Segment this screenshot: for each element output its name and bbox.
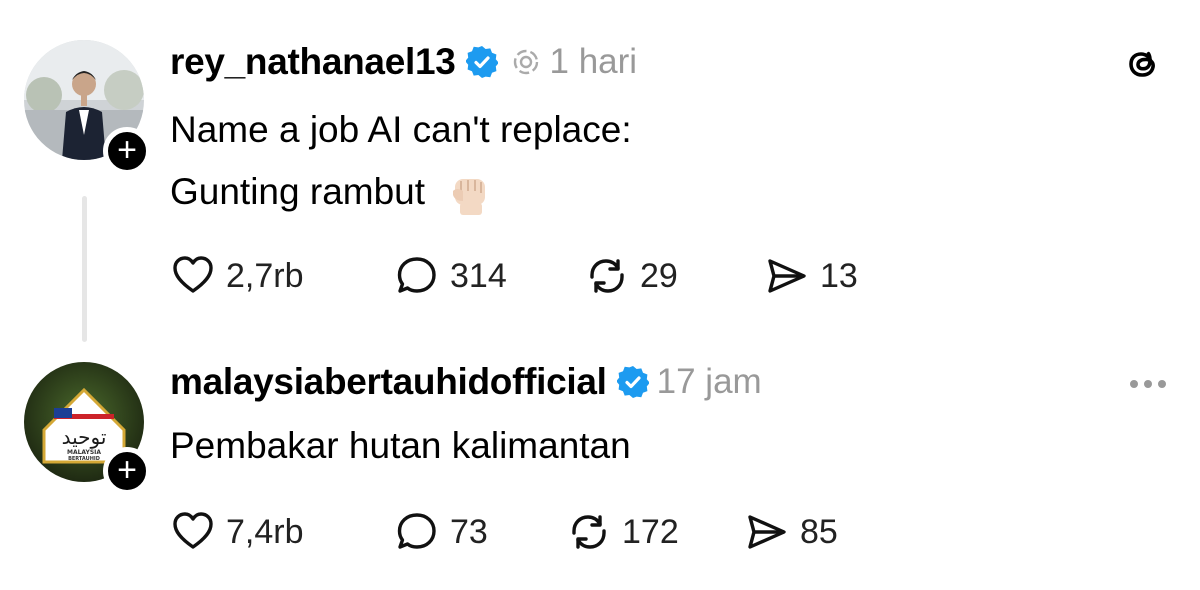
repost-button[interactable]: 29 xyxy=(584,253,764,299)
send-icon xyxy=(768,259,806,293)
comment-icon xyxy=(397,513,436,549)
like-button[interactable]: 2,7rb xyxy=(170,253,394,299)
post-text: Pembakar hutan kalimantan xyxy=(170,425,631,466)
post-time: 17 jam xyxy=(656,362,762,401)
share-count: 85 xyxy=(800,512,838,551)
thread-post: توحيد MALAYSIA BERTAUHID + malaysiaberta… xyxy=(0,340,1200,590)
like-count: 7,4rb xyxy=(226,512,304,551)
post-time: 1 hari xyxy=(549,42,638,81)
heart-icon xyxy=(173,256,213,293)
post-header: malaysiabertauhidofficial 17 jam xyxy=(170,358,762,406)
share-count: 13 xyxy=(820,256,858,295)
heart-icon xyxy=(173,512,213,549)
avatar-arabic-text: توحيد xyxy=(62,425,107,449)
avatar-text-line-2: BERTAUHID xyxy=(68,456,100,462)
fediverse-icon xyxy=(513,49,538,75)
send-icon xyxy=(748,515,786,549)
follow-plus-button[interactable]: + xyxy=(103,447,151,495)
verified-badge-icon xyxy=(616,366,649,398)
thread-post: + rey_nathanael13 1 hari Name a job AI c… xyxy=(0,0,1200,342)
reply-button[interactable]: 73 xyxy=(394,509,566,555)
repost-count: 29 xyxy=(640,256,678,295)
post-header: rey_nathanael13 1 hari xyxy=(170,38,637,86)
post-text: Name a job AI can't replace: xyxy=(170,109,632,150)
avatar-text-line-1: MALAYSIA xyxy=(67,449,101,456)
more-options-icon[interactable] xyxy=(1130,374,1166,394)
username[interactable]: rey_nathanael13 xyxy=(170,41,456,83)
share-button[interactable]: 85 xyxy=(744,509,838,555)
raised-fist-emoji-icon xyxy=(453,179,486,216)
repost-button[interactable]: 172 xyxy=(566,509,744,555)
reply-count: 73 xyxy=(450,512,488,551)
threads-logo[interactable] xyxy=(1120,42,1164,86)
like-count: 2,7rb xyxy=(226,256,304,295)
share-button[interactable]: 13 xyxy=(764,253,858,299)
reply-count: 314 xyxy=(450,256,507,295)
post-actions: 7,4rb 73 172 85 xyxy=(170,508,838,556)
like-button[interactable]: 7,4rb xyxy=(170,509,394,555)
username[interactable]: malaysiabertauhidofficial xyxy=(170,361,607,403)
follow-plus-button[interactable]: + xyxy=(103,127,151,175)
repost-count: 172 xyxy=(622,512,679,551)
repost-icon xyxy=(590,259,624,293)
repost-icon xyxy=(572,515,606,549)
thread-connector-line xyxy=(82,196,87,342)
reply-button[interactable]: 314 xyxy=(394,253,584,299)
verified-badge-icon xyxy=(465,46,498,78)
post-text-line-2: Gunting rambut xyxy=(170,168,493,217)
post-text-part: Gunting rambut xyxy=(170,171,426,212)
post-actions: 2,7rb 314 29 13 xyxy=(170,252,858,300)
comment-icon xyxy=(397,257,436,293)
